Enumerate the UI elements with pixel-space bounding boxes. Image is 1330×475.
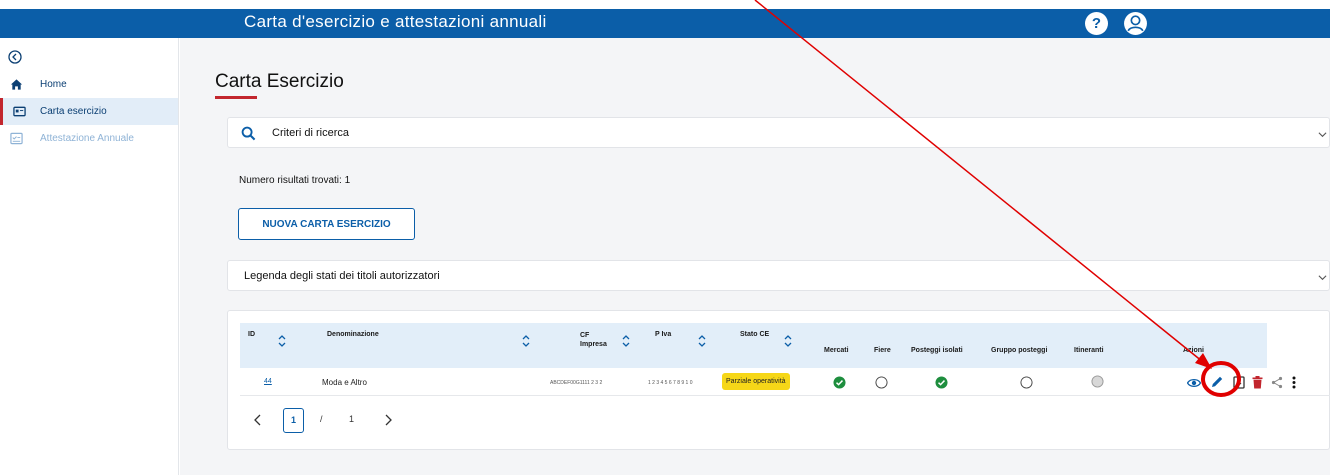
home-icon <box>10 79 23 90</box>
view-icon[interactable] <box>1187 377 1201 389</box>
column-header-id[interactable]: ID <box>240 323 300 368</box>
row-cf-impresa: ABCDEF00G1111 2 3 2 <box>550 380 603 386</box>
sidebar-item-label: Home <box>40 79 67 90</box>
collapse-arrow-icon[interactable] <box>8 50 22 64</box>
search-criteria-panel[interactable]: Criteri di ricerca <box>227 117 1330 148</box>
help-icon[interactable]: ? <box>1085 12 1108 35</box>
column-header-posteggi-isolati: Posteggi isolati <box>902 323 983 368</box>
sidebar-item-label: Carta esercizio <box>40 106 107 117</box>
card-icon <box>13 106 26 117</box>
search-criteria-label: Criteri di ricerca <box>272 127 350 139</box>
sort-icon[interactable] <box>278 333 286 349</box>
page-total: 1 <box>349 414 355 424</box>
document-check-icon <box>10 132 23 145</box>
column-header-mercati: Mercati <box>818 323 861 368</box>
search-icon <box>241 126 256 141</box>
column-header-denominazione[interactable]: Denominazione <box>300 323 553 368</box>
check-circle-icon <box>935 376 948 389</box>
sidebar-item-attestazione-annuale[interactable]: Attestazione Annuale <box>0 125 178 152</box>
sort-icon[interactable] <box>784 333 792 349</box>
edit-icon[interactable] <box>1210 375 1224 389</box>
disabled-circle-icon <box>1091 375 1104 388</box>
column-header-gruppo-posteggi: Gruppo posteggi <box>983 323 1070 368</box>
more-vertical-icon[interactable] <box>1291 376 1297 389</box>
row-p-iva: 1 2 3 4 5 6 7 8 9 1 0 <box>648 380 693 386</box>
column-header-azioni: Azioni <box>1125 323 1267 368</box>
results-count: Numero risultati trovati: 1 <box>239 175 351 186</box>
table-row: 44 Moda e Altro ABCDEF00G1111 2 3 2 1 2 … <box>240 368 1330 396</box>
sidebar-item-carta-esercizio[interactable]: Carta esercizio <box>0 98 178 125</box>
user-account-icon[interactable] <box>1123 11 1148 36</box>
export-icon[interactable] <box>1233 376 1245 389</box>
chevron-down-icon[interactable] <box>1318 130 1327 139</box>
column-header-fiere: Fiere <box>861 323 902 368</box>
app-title: Carta d'esercizio e attestazioni annuali <box>244 12 547 31</box>
check-circle-icon <box>833 376 846 389</box>
page-title: Carta Esercizio <box>215 71 344 92</box>
chevron-left-icon[interactable] <box>253 414 263 426</box>
column-header-cf-impresa[interactable]: CF Impresa <box>553 323 643 368</box>
results-table-card: ID Denominazione CF Impresa P Iva Stato … <box>227 310 1330 450</box>
column-header-stato-ce[interactable]: Stato CE <box>718 323 818 368</box>
page-separator: / <box>320 414 323 424</box>
title-underline <box>215 96 257 99</box>
app-header: Carta d'esercizio e attestazioni annuali… <box>0 9 1330 38</box>
empty-circle-icon <box>1020 376 1033 389</box>
sidebar: Home Carta esercizio Attestazione Annual… <box>0 38 179 475</box>
delete-icon[interactable] <box>1252 376 1263 389</box>
column-header-p-iva[interactable]: P Iva <box>643 323 718 368</box>
sort-icon[interactable] <box>522 333 530 349</box>
legend-panel[interactable]: Legenda degli stati dei titoli autorizza… <box>227 260 1330 291</box>
column-header-itineranti: Itineranti <box>1070 323 1125 368</box>
chevron-down-icon[interactable] <box>1318 273 1327 282</box>
row-id-link[interactable]: 44 <box>264 378 272 385</box>
share-icon[interactable] <box>1271 376 1283 389</box>
chevron-right-icon[interactable] <box>383 414 393 426</box>
empty-circle-icon <box>875 376 888 389</box>
sidebar-item-home[interactable]: Home <box>0 71 178 98</box>
new-carta-esercizio-button[interactable]: NUOVA CARTA ESERCIZIO <box>238 208 415 240</box>
row-denominazione: Moda e Altro <box>322 378 367 387</box>
sort-icon[interactable] <box>622 333 630 349</box>
status-badge: Parziale operatività <box>722 373 790 390</box>
page-current-button[interactable]: 1 <box>283 408 304 433</box>
sort-icon[interactable] <box>698 333 706 349</box>
legend-label: Legenda degli stati dei titoli autorizza… <box>244 270 440 282</box>
screenshot-root: Carta d'esercizio e attestazioni annuali… <box>0 0 1330 475</box>
sidebar-item-label: Attestazione Annuale <box>40 133 134 144</box>
main-content: Carta Esercizio Criteri di ricerca Numer… <box>180 38 1330 475</box>
